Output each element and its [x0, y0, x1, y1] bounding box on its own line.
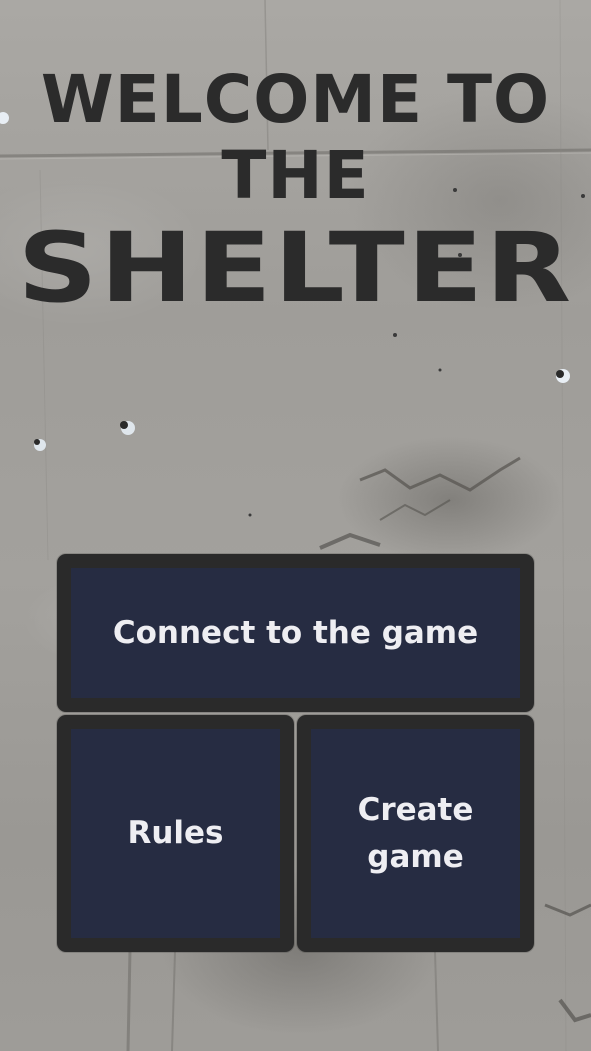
- create-game-button[interactable]: Create game: [297, 715, 534, 952]
- title-line-1: WELCOME TO: [40, 61, 551, 138]
- title-line-2: THE: [221, 137, 370, 214]
- rules-button[interactable]: Rules: [57, 715, 294, 952]
- main-menu: Connect to the game Rules Create game: [57, 554, 534, 952]
- welcome-title: WELCOME TO THE SHELTER: [0, 61, 591, 324]
- connect-to-game-button[interactable]: Connect to the game: [57, 554, 534, 712]
- title-game-name: SHELTER: [17, 212, 574, 324]
- create-button-label: Create game: [357, 791, 474, 875]
- rules-button-label: Rules: [127, 815, 224, 851]
- connect-button-label: Connect to the game: [112, 614, 479, 651]
